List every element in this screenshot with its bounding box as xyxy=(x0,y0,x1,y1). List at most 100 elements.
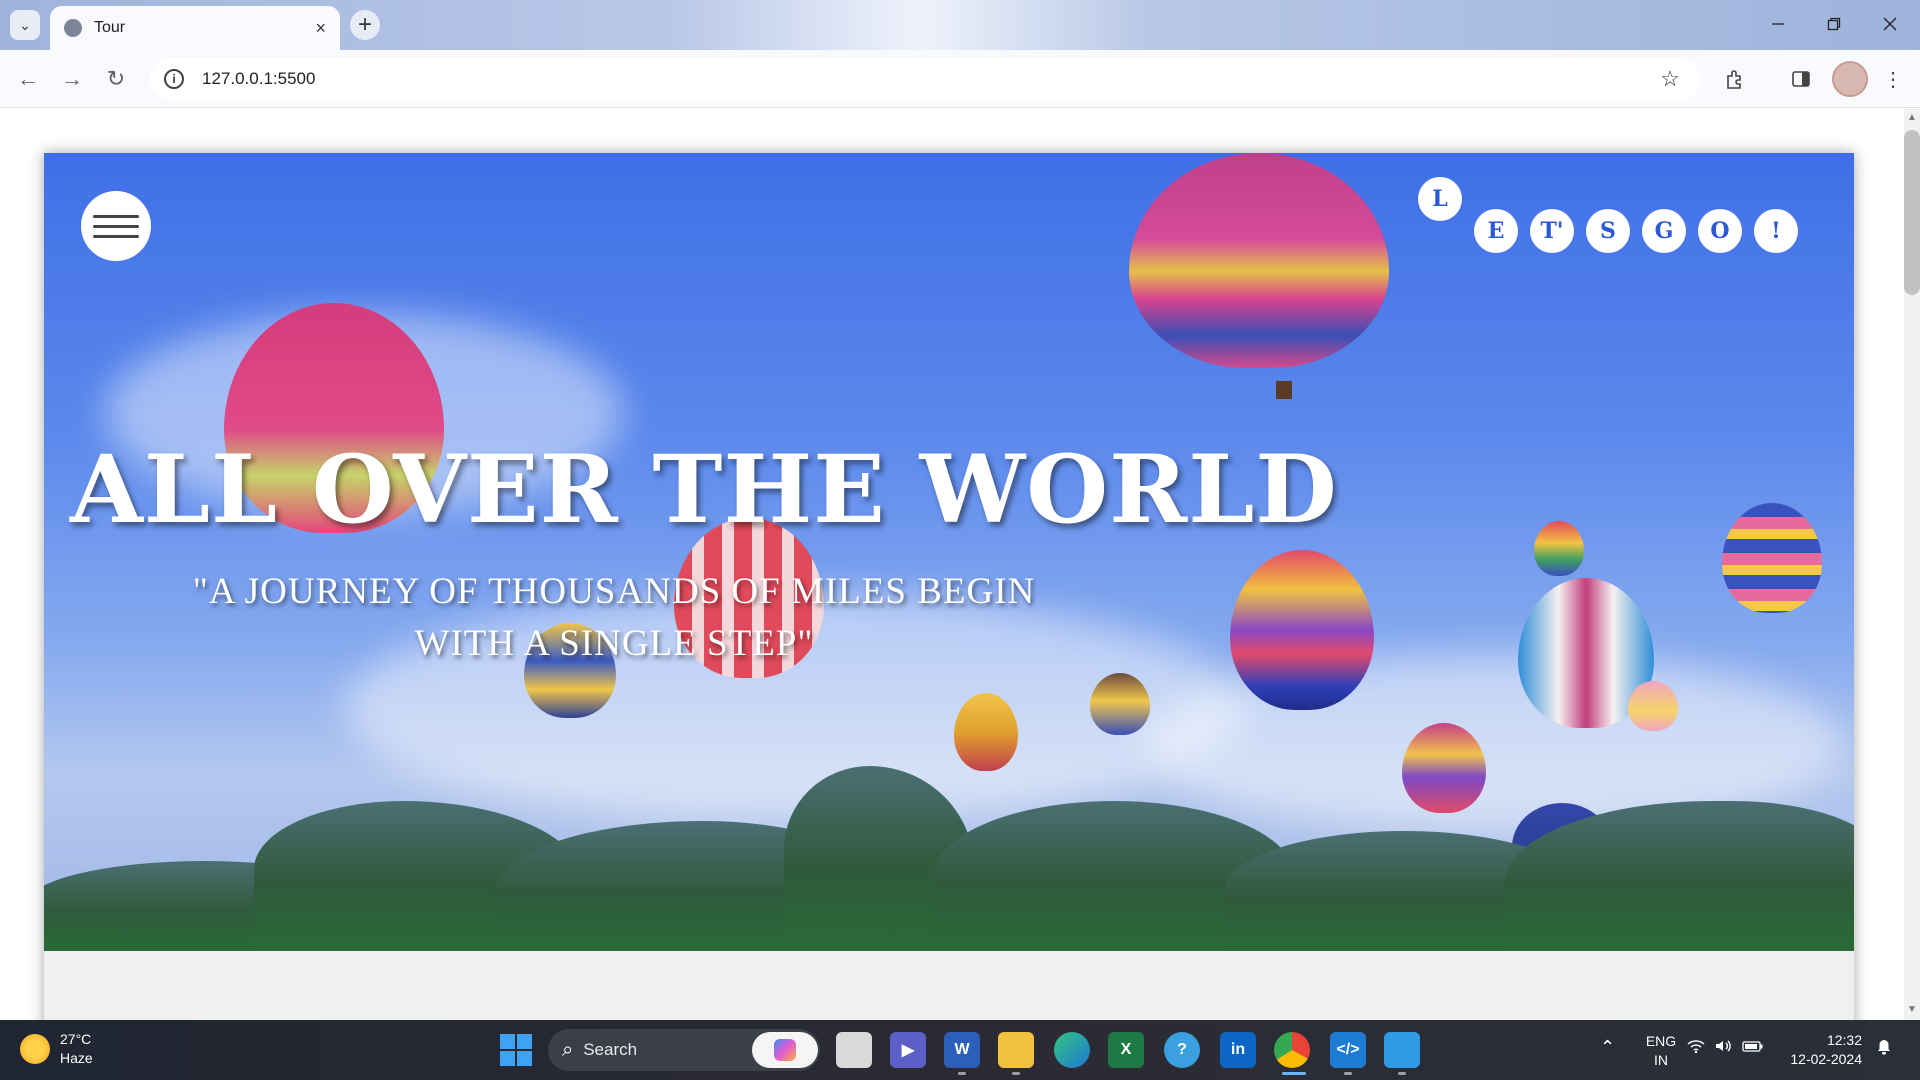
copilot-icon xyxy=(774,1039,796,1061)
page-container: L E T' S G O ! ALL OVER THE WORLD "A JOU… xyxy=(44,153,1854,1020)
file-explorer-icon[interactable] xyxy=(998,1032,1034,1068)
restore-icon xyxy=(1827,17,1841,31)
clock-time: 12:32 xyxy=(1826,1032,1862,1048)
windows-taskbar: 27°C Haze ⌕ Search ▶ W X ? in </> ⌃ ENG … xyxy=(0,1020,1920,1080)
side-panel-icon xyxy=(1792,71,1810,87)
tab-active[interactable]: Tour × xyxy=(50,6,340,50)
page-viewport: L E T' S G O ! ALL OVER THE WORLD "A JOU… xyxy=(0,109,1904,1020)
wifi-icon[interactable] xyxy=(1686,1038,1706,1059)
globe-icon xyxy=(64,19,82,37)
new-tab-button[interactable]: + xyxy=(350,10,380,40)
forward-button[interactable]: → xyxy=(56,63,88,95)
clock-date: 12-02-2024 xyxy=(1790,1051,1862,1067)
chevron-up-icon[interactable]: ⌃ xyxy=(1600,1038,1615,1057)
weather-text: 27°C Haze xyxy=(60,1030,93,1068)
hot-air-balloon xyxy=(1090,673,1150,735)
letter-bubble-g: G xyxy=(1642,209,1686,253)
extensions-button[interactable] xyxy=(1720,64,1750,94)
windows-logo-tile xyxy=(500,1034,515,1049)
scrollbar-thumb[interactable] xyxy=(1904,130,1920,295)
scroll-up-arrow-icon[interactable]: ▲ xyxy=(1906,112,1918,124)
copilot-button[interactable] xyxy=(752,1032,818,1068)
hot-air-balloon xyxy=(1230,550,1374,710)
teams-icon[interactable]: ▶ xyxy=(890,1032,926,1068)
minimize-icon xyxy=(1772,23,1784,25)
clock[interactable]: 12:32 12-02-2024 xyxy=(1780,1031,1862,1069)
photos-icon[interactable] xyxy=(1384,1032,1420,1068)
hamburger-menu-button[interactable] xyxy=(81,191,151,261)
browser-tab-strip: ⌄ Tour × + xyxy=(0,0,1920,50)
language-indicator[interactable]: ENG IN xyxy=(1636,1032,1686,1070)
menu-line xyxy=(93,234,139,238)
menu-line xyxy=(93,224,139,228)
back-button[interactable]: ← xyxy=(12,63,44,95)
browser-menu-button[interactable]: ⋮ xyxy=(1878,64,1908,94)
hero-banner: L E T' S G O ! ALL OVER THE WORLD "A JOU… xyxy=(44,153,1854,951)
letter-bubble-l: L xyxy=(1418,177,1462,221)
vscode-icon[interactable]: </> xyxy=(1330,1032,1366,1068)
letter-bubble-e: E xyxy=(1474,209,1518,253)
close-icon xyxy=(1883,17,1897,31)
weather-widget[interactable]: 27°C Haze xyxy=(20,1030,93,1068)
windows-logo-tile xyxy=(517,1051,532,1066)
windows-logo-tile xyxy=(500,1051,515,1066)
volume-icon[interactable] xyxy=(1714,1038,1734,1059)
balloon-basket xyxy=(1276,381,1292,399)
profile-avatar[interactable] xyxy=(1832,61,1868,97)
taskbar-search-box[interactable]: ⌕ Search xyxy=(548,1029,820,1071)
letter-bubble-s: S xyxy=(1586,209,1630,253)
hero-title: ALL OVER THE WORLD xyxy=(70,435,1338,545)
running-indicator xyxy=(958,1072,966,1075)
hero-quote-line: "A JOURNEY OF THOUSANDS OF MILES BEGIN xyxy=(192,571,1036,612)
close-tab-icon[interactable]: × xyxy=(315,18,326,39)
linkedin-icon[interactable]: in xyxy=(1220,1032,1256,1068)
tab-title: Tour xyxy=(94,19,126,36)
minimize-button[interactable] xyxy=(1758,8,1798,40)
hot-air-balloon xyxy=(954,693,1018,771)
address-bar[interactable]: i 127.0.0.1:5500 ☆ xyxy=(150,58,1700,100)
hero-quote: "A JOURNEY OF THOUSANDS OF MILES BEGIN W… xyxy=(154,566,1074,670)
running-indicator xyxy=(1012,1072,1020,1075)
excel-icon[interactable]: X xyxy=(1108,1032,1144,1068)
battery-icon[interactable] xyxy=(1742,1038,1764,1059)
letter-bubble-exclamation: ! xyxy=(1754,209,1798,253)
weather-temp: 27°C xyxy=(60,1031,92,1047)
hot-air-balloon xyxy=(1722,503,1822,613)
word-icon[interactable]: W xyxy=(944,1032,980,1068)
help-icon[interactable]: ? xyxy=(1164,1032,1200,1068)
browser-toolbar: ← → ↻ i 127.0.0.1:5500 ☆ ⋮ xyxy=(0,50,1920,108)
active-indicator xyxy=(1282,1072,1306,1075)
tab-search-button[interactable]: ⌄ xyxy=(10,10,40,40)
site-info-icon[interactable]: i xyxy=(164,69,184,89)
hot-air-balloon xyxy=(1534,521,1584,576)
running-indicator xyxy=(1344,1072,1352,1075)
chrome-icon[interactable] xyxy=(1274,1032,1310,1068)
edge-icon[interactable] xyxy=(1054,1032,1090,1068)
language-code: ENG xyxy=(1645,1033,1677,1049)
hero-quote-line: WITH A SINGLE STEP" xyxy=(414,623,814,664)
chevron-down-icon: ⌄ xyxy=(19,16,31,33)
running-indicator xyxy=(1398,1072,1406,1075)
task-view-icon[interactable] xyxy=(836,1032,872,1068)
letter-bubble-o: O xyxy=(1698,209,1742,253)
hot-air-balloon xyxy=(1129,153,1389,368)
puzzle-icon xyxy=(1727,70,1741,89)
hot-air-balloon xyxy=(1402,723,1486,813)
notification-bell-icon[interactable] xyxy=(1876,1038,1892,1061)
arrow-left-icon: ← xyxy=(17,66,39,91)
search-label: Search xyxy=(583,1040,638,1059)
url-text: 127.0.0.1:5500 xyxy=(202,69,316,88)
more-vertical-icon: ⋮ xyxy=(1883,68,1903,91)
arrow-right-icon: → xyxy=(61,66,83,91)
windows-logo-tile xyxy=(517,1034,532,1049)
scroll-down-arrow-icon[interactable]: ▼ xyxy=(1906,1004,1918,1016)
weather-sun-icon xyxy=(20,1034,50,1064)
bookmark-star-icon[interactable]: ☆ xyxy=(1660,66,1680,92)
reload-icon: ↻ xyxy=(106,66,126,91)
reload-button[interactable]: ↻ xyxy=(100,63,132,95)
close-window-button[interactable] xyxy=(1870,8,1910,40)
start-button[interactable] xyxy=(500,1034,532,1066)
restore-button[interactable] xyxy=(1814,8,1854,40)
hot-air-balloon xyxy=(1628,681,1678,731)
side-panel-button[interactable] xyxy=(1786,64,1816,94)
